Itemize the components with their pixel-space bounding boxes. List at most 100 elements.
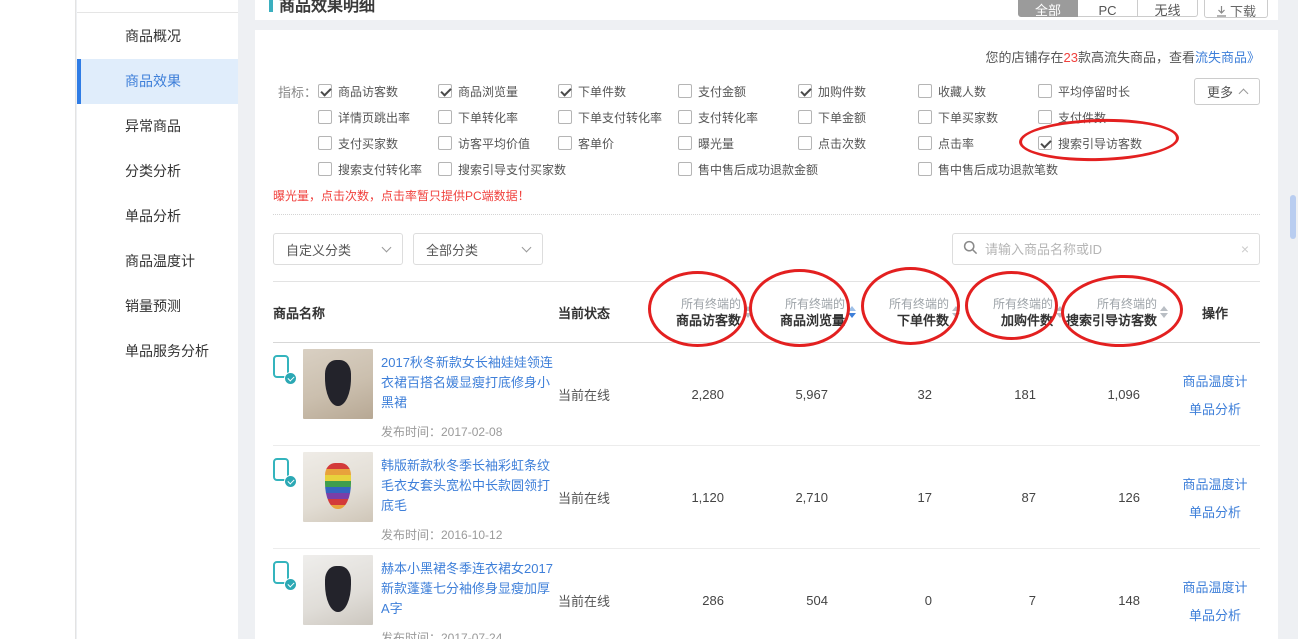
product-title-link[interactable]: 赫本小黑裙冬季连衣裙女2017新款蓬蓬七分袖修身显瘦加厚A字 [381, 559, 557, 619]
scope-label: 所有终端的 [1066, 296, 1157, 312]
thermometer-link[interactable]: 商品温度计 [1182, 474, 1247, 493]
checkbox-order-buyers[interactable]: 下单买家数 [918, 109, 1038, 126]
checkbox-order-amount[interactable]: 下单金额 [798, 109, 918, 126]
checkbox-payment-amount[interactable]: 支付金额 [678, 83, 798, 100]
product-title-link[interactable]: 韩版新款秋冬季长袖彩虹条纹毛衣女套头宽松中长款圆领打底毛 [381, 456, 557, 516]
column-header-visitors[interactable]: 所有终端的商品访客数 [650, 296, 754, 329]
product-image[interactable] [303, 555, 373, 625]
checkbox-label: 支付金额 [698, 83, 746, 100]
column-header-cart-adds[interactable]: 所有终端的加购件数 [962, 296, 1066, 329]
checkbox-price-per-customer[interactable]: 客单价 [558, 135, 678, 152]
thermometer-link[interactable]: 商品温度计 [1182, 371, 1247, 390]
tab-all-terminals[interactable]: 全部 [1018, 0, 1078, 17]
checkbox-refund-count[interactable]: 售中售后成功退款笔数 [918, 161, 1140, 178]
sort-icon[interactable] [1056, 306, 1064, 318]
churn-notice: 您的店铺存在23款高流失商品，查看流失商品》 [273, 30, 1260, 66]
chevron-up-icon [1239, 89, 1249, 99]
pc-data-warning: 曝光量，点击次数，点击率暂只提供PC端数据！ [273, 187, 1260, 204]
checkbox-icon [798, 84, 812, 98]
metric-selector: 指标： 商品访客数 商品浏览量 下单件数 支付金额 加购件数 收藏人数 平均停留… [273, 78, 1260, 204]
table-header: 商品名称 当前状态 所有终端的商品访客数 所有终端的商品浏览量 所有终端的下单件… [273, 281, 1260, 343]
churn-products-link[interactable]: 流失商品》 [1195, 50, 1260, 65]
metric-row-3: 支付买家数 访客平均价值 客单价 曝光量 点击次数 点击率 搜索引导访客数 [318, 130, 1140, 156]
checkbox-search-pay-conversion[interactable]: 搜索支付转化率 [318, 161, 438, 178]
checkbox-icon [678, 110, 692, 124]
order-items-value: 0 [858, 593, 962, 608]
checkbox-label: 平均停留时长 [1058, 83, 1130, 100]
checkbox-avg-stay-time[interactable]: 平均停留时长 [1038, 83, 1140, 100]
scope-label: 所有终端的 [993, 296, 1053, 312]
views-value: 5,967 [754, 387, 858, 402]
checkbox-ctr[interactable]: 点击率 [918, 135, 1038, 152]
checkbox-icon [438, 136, 452, 150]
sidebar-item-abnormal-products[interactable]: 异常商品 [77, 104, 238, 149]
sidebar-item-single-product-analysis[interactable]: 单品分析 [77, 194, 238, 239]
checkbox-cart-adds[interactable]: 加购件数 [798, 83, 918, 100]
column-header-views[interactable]: 所有终端的商品浏览量 [754, 296, 858, 329]
single-analysis-link[interactable]: 单品分析 [1189, 605, 1241, 624]
sidebar-item-product-overview[interactable]: 商品概况 [77, 14, 238, 59]
checkbox-search-guided-pay-buyers[interactable]: 搜索引导支付买家数 [438, 161, 678, 178]
chevron-down-icon [382, 243, 392, 253]
product-title-link[interactable]: 2017秋冬新款女长袖娃娃领连衣裙百搭名媛显瘦打底修身小黑裙 [381, 353, 557, 413]
all-category-select[interactable]: 全部分类 [413, 233, 543, 265]
checkbox-refund-amount[interactable]: 售中售后成功退款金额 [678, 161, 918, 178]
title-accent-bar [269, 0, 273, 12]
checkbox-pay-buyers[interactable]: 支付买家数 [318, 135, 438, 152]
search-input[interactable] [985, 242, 1234, 257]
sidebar-item-single-product-service[interactable]: 单品服务分析 [77, 329, 238, 374]
visitors-value: 286 [650, 593, 754, 608]
custom-category-select[interactable]: 自定义分类 [273, 233, 403, 265]
collapsed-outer-nav [0, 0, 76, 639]
checkbox-order-pay-conversion[interactable]: 下单支付转化率 [558, 109, 678, 126]
checkbox-icon [798, 110, 812, 124]
scope-label: 所有终端的 [889, 296, 949, 312]
checkbox-label: 搜索支付转化率 [338, 161, 422, 178]
sort-icon[interactable] [1160, 306, 1168, 318]
product-image[interactable] [303, 452, 373, 522]
more-button[interactable]: 更多 [1194, 78, 1260, 105]
scrollbar-thumb[interactable] [1290, 195, 1296, 239]
sidebar-item-product-thermometer[interactable]: 商品温度计 [77, 239, 238, 284]
checkbox-order-conversion[interactable]: 下单转化率 [438, 109, 558, 126]
checkbox-product-views[interactable]: 商品浏览量 [438, 83, 558, 100]
thermometer-link[interactable]: 商品温度计 [1182, 577, 1247, 596]
checkbox-icon [318, 110, 332, 124]
column-header-order-items[interactable]: 所有终端的下单件数 [858, 296, 962, 329]
column-header-search-guided-visitors[interactable]: 所有终端的搜索引导访客数 [1066, 296, 1170, 329]
checkbox-impressions[interactable]: 曝光量 [678, 135, 798, 152]
sort-icon[interactable] [952, 306, 960, 318]
sidebar: 商品概况 商品效果 异常商品 分类分析 单品分析 商品温度计 销量预测 单品服务… [77, 0, 238, 639]
sort-icon[interactable] [744, 306, 752, 318]
sidebar-item-category-analysis[interactable]: 分类分析 [77, 149, 238, 194]
download-button[interactable]: 下载 [1204, 0, 1268, 18]
tab-pc[interactable]: PC [1078, 0, 1138, 17]
sidebar-item-sales-forecast[interactable]: 销量预测 [77, 284, 238, 329]
checkbox-visitor-avg-value[interactable]: 访客平均价值 [438, 135, 558, 152]
checkbox-icon [558, 110, 572, 124]
checkbox-product-visitors[interactable]: 商品访客数 [318, 83, 438, 100]
checkbox-clicks[interactable]: 点击次数 [798, 135, 918, 152]
checkbox-label: 收藏人数 [938, 83, 986, 100]
checkbox-search-guided-visitors[interactable]: 搜索引导访客数 [1038, 135, 1142, 152]
checkbox-pay-items[interactable]: 支付件数 [1038, 109, 1140, 126]
checkbox-order-items[interactable]: 下单件数 [558, 83, 678, 100]
checkbox-label: 支付买家数 [338, 135, 398, 152]
checkbox-label: 点击率 [938, 135, 974, 152]
tab-wireless[interactable]: 无线 [1138, 0, 1198, 17]
sidebar-item-product-effect[interactable]: 商品效果 [77, 59, 238, 104]
clear-search-icon[interactable]: × [1241, 241, 1249, 257]
single-analysis-link[interactable]: 单品分析 [1189, 502, 1241, 521]
checkbox-label: 客单价 [578, 135, 614, 152]
table-row: 2017秋冬新款女长袖娃娃领连衣裙百搭名媛显瘦打底修身小黑裙 发布时间：2017… [273, 343, 1260, 446]
checkbox-label: 下单支付转化率 [578, 109, 662, 126]
product-image[interactable] [303, 349, 373, 419]
publish-date: 发布时间：2017-07-24 [381, 629, 557, 639]
sort-icon-active-desc[interactable] [848, 306, 856, 318]
checkbox-detail-bounce-rate[interactable]: 详情页跳出率 [318, 109, 438, 126]
checkbox-pay-conversion[interactable]: 支付转化率 [678, 109, 798, 126]
checkbox-favorites-users[interactable]: 收藏人数 [918, 83, 1038, 100]
single-analysis-link[interactable]: 单品分析 [1189, 399, 1241, 418]
mobile-verified-icon [273, 458, 295, 486]
cart-adds-value: 87 [962, 490, 1066, 505]
